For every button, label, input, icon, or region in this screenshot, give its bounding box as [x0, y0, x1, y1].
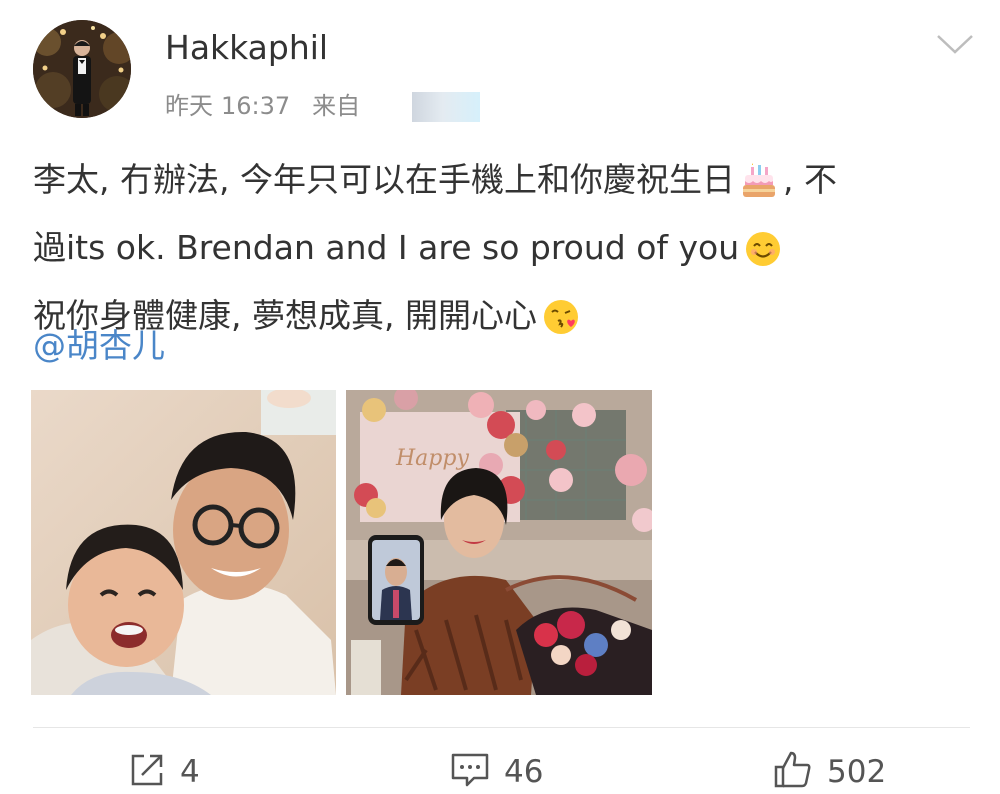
- post-date: 昨天: [165, 92, 213, 120]
- post-line-tail: , 不: [782, 160, 837, 199]
- blurred-source-name: [412, 92, 481, 122]
- post-source: 来自: [312, 92, 361, 120]
- action-bar-divider: [33, 727, 970, 728]
- repost-button[interactable]: 4: [128, 750, 200, 794]
- comment-icon: [450, 751, 490, 793]
- smiling-face-icon: [745, 226, 781, 286]
- svg-text:Happy: Happy: [395, 446, 469, 471]
- post-meta: 昨天 16:37 来自: [165, 89, 481, 123]
- post-line-text: 過its ok. Brendan and I are so proud of y…: [33, 228, 740, 267]
- repost-count: 4: [180, 754, 200, 790]
- comment-button[interactable]: 46: [450, 750, 543, 794]
- chevron-down-icon[interactable]: [934, 28, 976, 58]
- post-line-1: 李太, 冇辦法, 今年只可以在手機上和你慶祝生日 , 不: [33, 150, 973, 218]
- post-photo-father-and-son[interactable]: [31, 390, 336, 695]
- like-button[interactable]: 502: [773, 750, 886, 794]
- post-time: 16:37: [221, 92, 291, 120]
- mention-link[interactable]: @胡杏儿: [33, 320, 165, 372]
- face-blowing-kiss-icon: [543, 294, 579, 354]
- like-count: 502: [827, 754, 887, 790]
- like-icon: [773, 750, 813, 794]
- user-avatar[interactable]: [33, 20, 131, 118]
- post-line-text: 李太, 冇辦法, 今年只可以在手機上和你慶祝生日: [33, 160, 735, 199]
- post-photo-birthday-celebration[interactable]: Happy: [346, 390, 652, 695]
- post-line-2: 過its ok. Brendan and I are so proud of y…: [33, 218, 973, 286]
- username[interactable]: Hakkaphil: [165, 27, 328, 69]
- birthday-cake-icon: [741, 158, 777, 218]
- post-content: 李太, 冇辦法, 今年只可以在手機上和你慶祝生日 , 不 過its ok. Br…: [33, 150, 973, 354]
- repost-icon: [128, 751, 166, 793]
- comment-count: 46: [504, 754, 544, 790]
- post-line-3: 祝你身體健康, 夢想成真, 開開心心: [33, 286, 973, 354]
